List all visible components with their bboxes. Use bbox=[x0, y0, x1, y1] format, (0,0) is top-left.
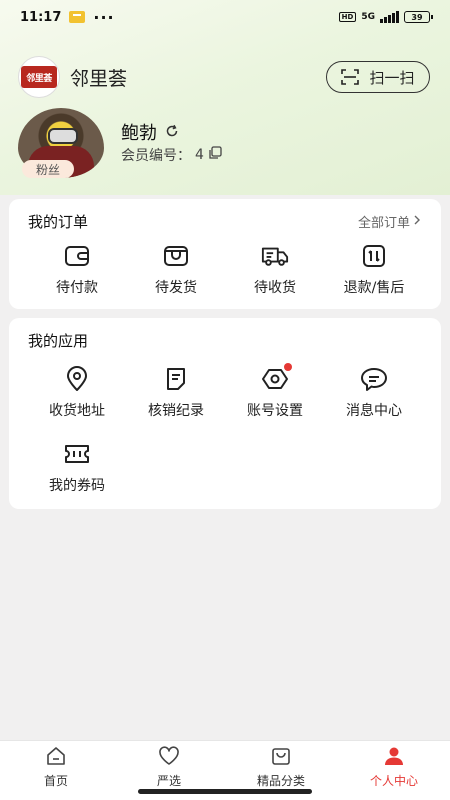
order-item-label: 退款/售后 bbox=[343, 280, 405, 296]
tab-label: 严选 bbox=[156, 774, 181, 788]
apps-card: 我的应用 收货地址 核销纪录 账号设置 消息中心 我的券码 bbox=[9, 318, 441, 509]
orders-title: 我的订单 bbox=[28, 213, 89, 231]
order-item-label: 待付款 bbox=[56, 280, 98, 296]
copy-icon[interactable] bbox=[208, 146, 223, 164]
order-item-label: 待收货 bbox=[254, 280, 296, 296]
app-item-label: 消息中心 bbox=[346, 403, 402, 419]
settings-icon bbox=[261, 363, 292, 392]
brand-name: 邻里荟 bbox=[70, 67, 128, 90]
app-item-address[interactable]: 收货地址 bbox=[27, 366, 127, 420]
username: 鲍勃 bbox=[121, 123, 157, 144]
app-item-label: 收货地址 bbox=[49, 403, 105, 419]
tab-profile[interactable]: 个人中心 bbox=[349, 746, 439, 789]
order-item-pending-payment[interactable]: 待付款 bbox=[27, 243, 127, 297]
home-icon bbox=[45, 746, 67, 769]
member-number-row: 会员编号： 4 bbox=[121, 145, 223, 165]
status-time: 11:17 bbox=[20, 9, 62, 25]
status-bar: 11:17 ··· HD 5G 39 bbox=[0, 0, 450, 34]
brand-logo: 邻里荟 bbox=[18, 56, 60, 98]
message-icon bbox=[360, 366, 388, 392]
app-item-account-settings[interactable]: 账号设置 bbox=[225, 363, 325, 420]
order-item-label: 待发货 bbox=[155, 280, 197, 296]
notification-icon bbox=[69, 11, 86, 23]
wallet-icon bbox=[63, 243, 91, 269]
more-notifications-icon: ··· bbox=[93, 7, 115, 27]
battery-icon: 39 bbox=[404, 11, 433, 23]
network-label: 5G bbox=[361, 12, 375, 22]
box-icon bbox=[162, 243, 190, 269]
app-item-message-center[interactable]: 消息中心 bbox=[324, 366, 424, 420]
hd-icon: HD bbox=[338, 12, 357, 22]
member-number-label: 会员编号： bbox=[121, 148, 191, 164]
order-item-pending-shipment[interactable]: 待发货 bbox=[126, 243, 226, 297]
tab-label: 个人中心 bbox=[369, 774, 418, 788]
order-item-refund[interactable]: 退款/售后 bbox=[324, 243, 424, 297]
tab-home[interactable]: 首页 bbox=[11, 746, 101, 789]
app-item-label: 账号设置 bbox=[247, 403, 303, 419]
truck-icon bbox=[261, 243, 289, 269]
brand-header: 邻里荟 邻里荟 bbox=[18, 56, 127, 98]
apps-title: 我的应用 bbox=[28, 332, 89, 350]
all-orders-link[interactable]: 全部订单 bbox=[358, 212, 421, 231]
tab-label: 精品分类 bbox=[256, 774, 305, 788]
tab-selection[interactable]: 严选 bbox=[124, 746, 214, 789]
app-item-label: 我的券码 bbox=[49, 478, 105, 494]
ticket-icon bbox=[63, 441, 91, 467]
app-item-label: 核销纪录 bbox=[148, 403, 204, 419]
username-row: 鲍勃 bbox=[121, 119, 179, 145]
scan-icon bbox=[341, 69, 360, 85]
location-icon bbox=[63, 366, 91, 392]
orders-card: 我的订单 全部订单 待付款 待发货 待收货 退款/售后 bbox=[9, 199, 441, 309]
order-item-pending-receipt[interactable]: 待收货 bbox=[225, 243, 325, 297]
all-orders-label: 全部订单 bbox=[357, 216, 410, 231]
refresh-icon[interactable] bbox=[165, 123, 179, 142]
scan-label: 扫一扫 bbox=[369, 68, 415, 87]
app-item-redemption-record[interactable]: 核销纪录 bbox=[126, 366, 226, 420]
bag-icon bbox=[270, 746, 292, 769]
scan-button[interactable]: 扫一扫 bbox=[326, 61, 430, 93]
notification-dot bbox=[284, 363, 292, 371]
chevron-right-icon bbox=[413, 214, 421, 229]
tab-label: 首页 bbox=[43, 774, 68, 788]
brand-logo-mark: 邻里荟 bbox=[21, 66, 57, 88]
user-icon bbox=[383, 746, 405, 769]
member-number: 4 bbox=[195, 147, 204, 163]
heart-icon bbox=[158, 746, 180, 769]
record-icon bbox=[162, 366, 190, 392]
app-item-coupons[interactable]: 我的券码 bbox=[27, 441, 127, 495]
fans-tag: 粉丝 bbox=[22, 160, 74, 178]
tab-categories[interactable]: 精品分类 bbox=[236, 746, 326, 789]
signal-icon bbox=[380, 11, 399, 23]
home-indicator[interactable] bbox=[138, 789, 312, 794]
refund-icon bbox=[360, 243, 388, 269]
